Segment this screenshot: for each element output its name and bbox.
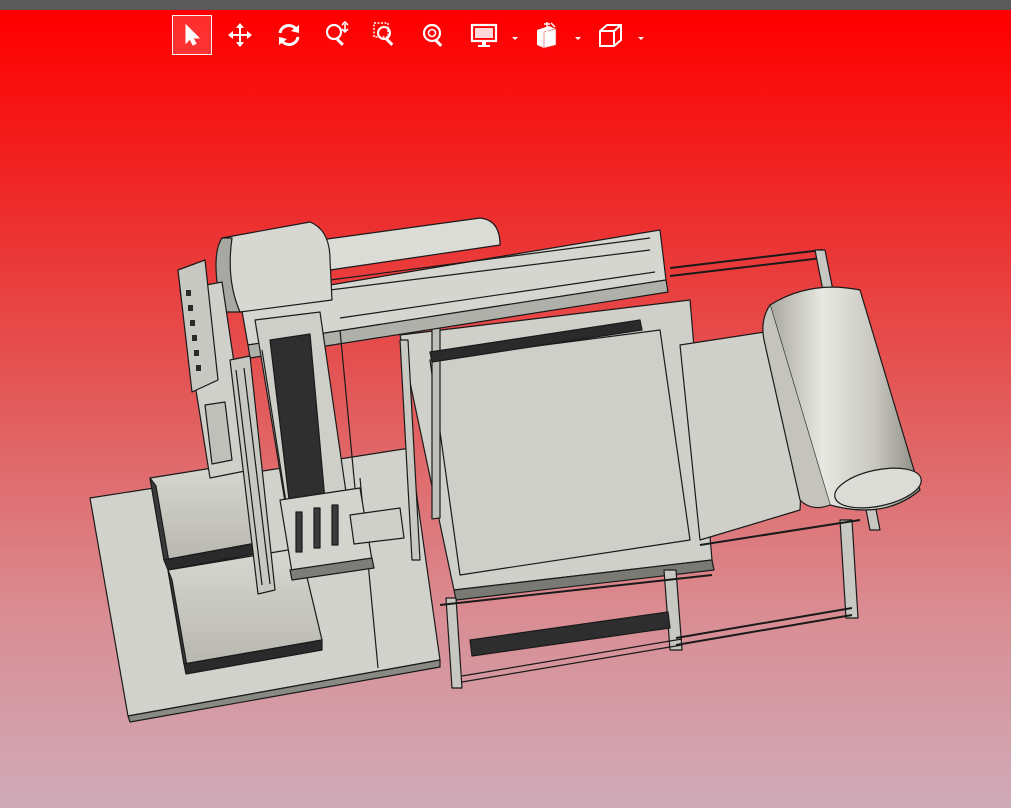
zoom-button[interactable] <box>317 15 357 55</box>
zoom-window-button[interactable] <box>366 15 406 55</box>
pan-button[interactable] <box>220 15 260 55</box>
monitor-icon <box>470 23 498 47</box>
display-style-dropdown[interactable] <box>510 30 520 40</box>
zoom-fit-button[interactable] <box>414 15 454 55</box>
zoom-icon <box>325 21 349 46</box>
section-view-dropdown[interactable] <box>573 30 583 40</box>
standard-views-dropdown[interactable] <box>636 30 646 40</box>
3d-viewport[interactable] <box>0 58 1011 808</box>
select-button[interactable] <box>172 15 212 55</box>
chevron-down-icon <box>512 37 518 40</box>
rotate-button[interactable] <box>269 15 309 55</box>
rotate-icon <box>278 24 300 46</box>
section-view-icon <box>537 22 557 49</box>
section-view-button[interactable] <box>527 15 567 55</box>
pan-move-icon <box>228 23 252 47</box>
zoom-window-icon <box>373 22 394 46</box>
cube-view-icon <box>599 24 622 47</box>
machine-model[interactable] <box>0 58 1011 808</box>
display-style-button[interactable] <box>464 15 504 55</box>
chevron-down-icon <box>638 37 644 40</box>
standard-views-button[interactable] <box>590 15 630 55</box>
zoom-fit-icon <box>422 23 443 47</box>
select-arrow-icon <box>185 23 201 46</box>
chevron-down-icon <box>575 37 581 40</box>
window-top-bar <box>0 0 1011 10</box>
